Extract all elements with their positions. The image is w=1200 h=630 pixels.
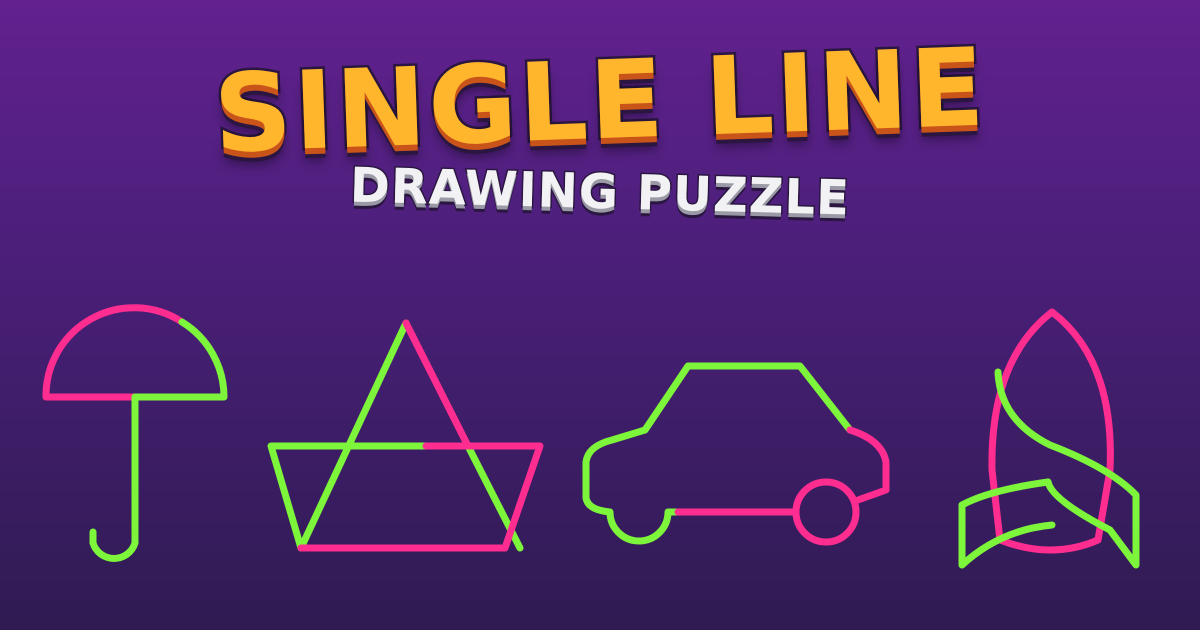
umbrella-puzzle[interactable] [42, 304, 228, 562]
title-drawing-puzzle: DRAWING PUZZLE [348, 156, 852, 228]
boat-sail-left [297, 319, 410, 552]
boat-deck-pink [297, 442, 544, 552]
title-single-line: SINGLE LINE [209, 23, 990, 180]
rocket-body-pink [988, 308, 1114, 554]
game-logo: SINGLE LINE DRAWING PUZZLE [0, 0, 1200, 260]
boat-sail-right [402, 319, 472, 450]
car-wheel [792, 478, 860, 546]
rocket-puzzle[interactable] [958, 308, 1140, 569]
umbrella-handle [89, 393, 139, 562]
umbrella-canopy-pink [42, 304, 186, 401]
umbrella-canopy-green [131, 318, 228, 401]
rocket-window-curve [994, 368, 1140, 569]
puzzle-shapes [42, 304, 1140, 569]
car-puzzle[interactable] [582, 362, 890, 546]
boat-deck-green [267, 442, 430, 552]
boat-puzzle[interactable] [267, 319, 544, 552]
